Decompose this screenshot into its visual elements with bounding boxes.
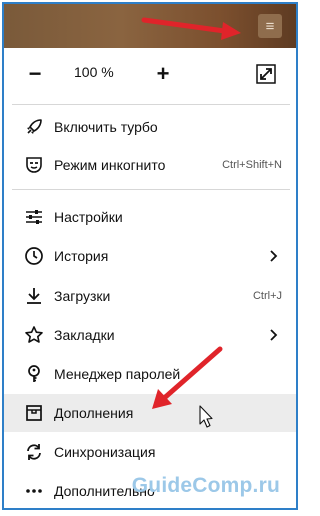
addons-icon bbox=[24, 403, 44, 423]
menu-item-label: Настройки bbox=[54, 209, 123, 225]
menu-item-label: История bbox=[54, 248, 109, 264]
fullscreen-icon bbox=[256, 64, 276, 84]
menu-item-label: Режим инкогнито bbox=[54, 157, 166, 173]
divider bbox=[12, 104, 290, 105]
browser-menu-panel: ≡ − 100 % + Включить турбо Режим инкогни… bbox=[2, 2, 298, 510]
menu-item-addons[interactable]: Дополнения bbox=[4, 394, 296, 432]
settings-sliders-icon bbox=[24, 207, 44, 227]
menu-item-bookmarks[interactable]: Закладки bbox=[4, 316, 296, 354]
rocket-icon bbox=[24, 117, 44, 137]
menu-item-downloads[interactable]: Загрузки Ctrl+J bbox=[4, 277, 296, 315]
menu-button[interactable]: ≡ bbox=[258, 14, 282, 38]
clock-icon bbox=[24, 246, 44, 266]
hamburger-icon: ≡ bbox=[265, 17, 275, 35]
download-icon bbox=[24, 286, 44, 306]
menu-item-label: Закладки bbox=[54, 327, 115, 343]
key-icon bbox=[24, 364, 44, 384]
menu-item-incognito[interactable]: Режим инкогнито Ctrl+Shift+N bbox=[4, 146, 296, 184]
divider bbox=[12, 189, 290, 190]
incognito-mask-icon bbox=[24, 155, 44, 175]
menu-item-settings[interactable]: Настройки bbox=[4, 198, 296, 236]
more-dots-icon bbox=[24, 481, 44, 501]
zoom-out-button[interactable]: − bbox=[20, 56, 50, 92]
sync-icon bbox=[24, 442, 44, 462]
fullscreen-button[interactable] bbox=[254, 62, 278, 86]
browser-toolbar: ≡ bbox=[4, 4, 296, 48]
menu-item-label: Дополнения bbox=[54, 405, 134, 421]
star-icon bbox=[24, 325, 44, 345]
menu-item-label: Менеджер паролей bbox=[54, 366, 181, 382]
zoom-level: 100 % bbox=[74, 64, 114, 80]
menu-item-label: Синхронизация bbox=[54, 444, 156, 460]
keyboard-shortcut: Ctrl+J bbox=[252, 290, 282, 302]
chevron-right-icon bbox=[270, 250, 278, 262]
site-watermark: GuideComp.ru bbox=[131, 474, 280, 497]
menu-item-passwords[interactable]: Менеджер паролей bbox=[4, 355, 296, 393]
keyboard-shortcut: Ctrl+Shift+N bbox=[222, 159, 282, 171]
menu-item-label: Включить турбо bbox=[54, 119, 158, 135]
menu-item-label: Загрузки bbox=[54, 288, 111, 304]
menu-item-turbo[interactable]: Включить турбо bbox=[4, 108, 296, 146]
menu-item-history[interactable]: История bbox=[4, 237, 296, 275]
zoom-in-button[interactable]: + bbox=[148, 56, 178, 92]
menu-item-sync[interactable]: Синхронизация bbox=[4, 433, 296, 471]
zoom-controls: − 100 % + bbox=[4, 56, 296, 92]
chevron-right-icon bbox=[270, 329, 278, 341]
